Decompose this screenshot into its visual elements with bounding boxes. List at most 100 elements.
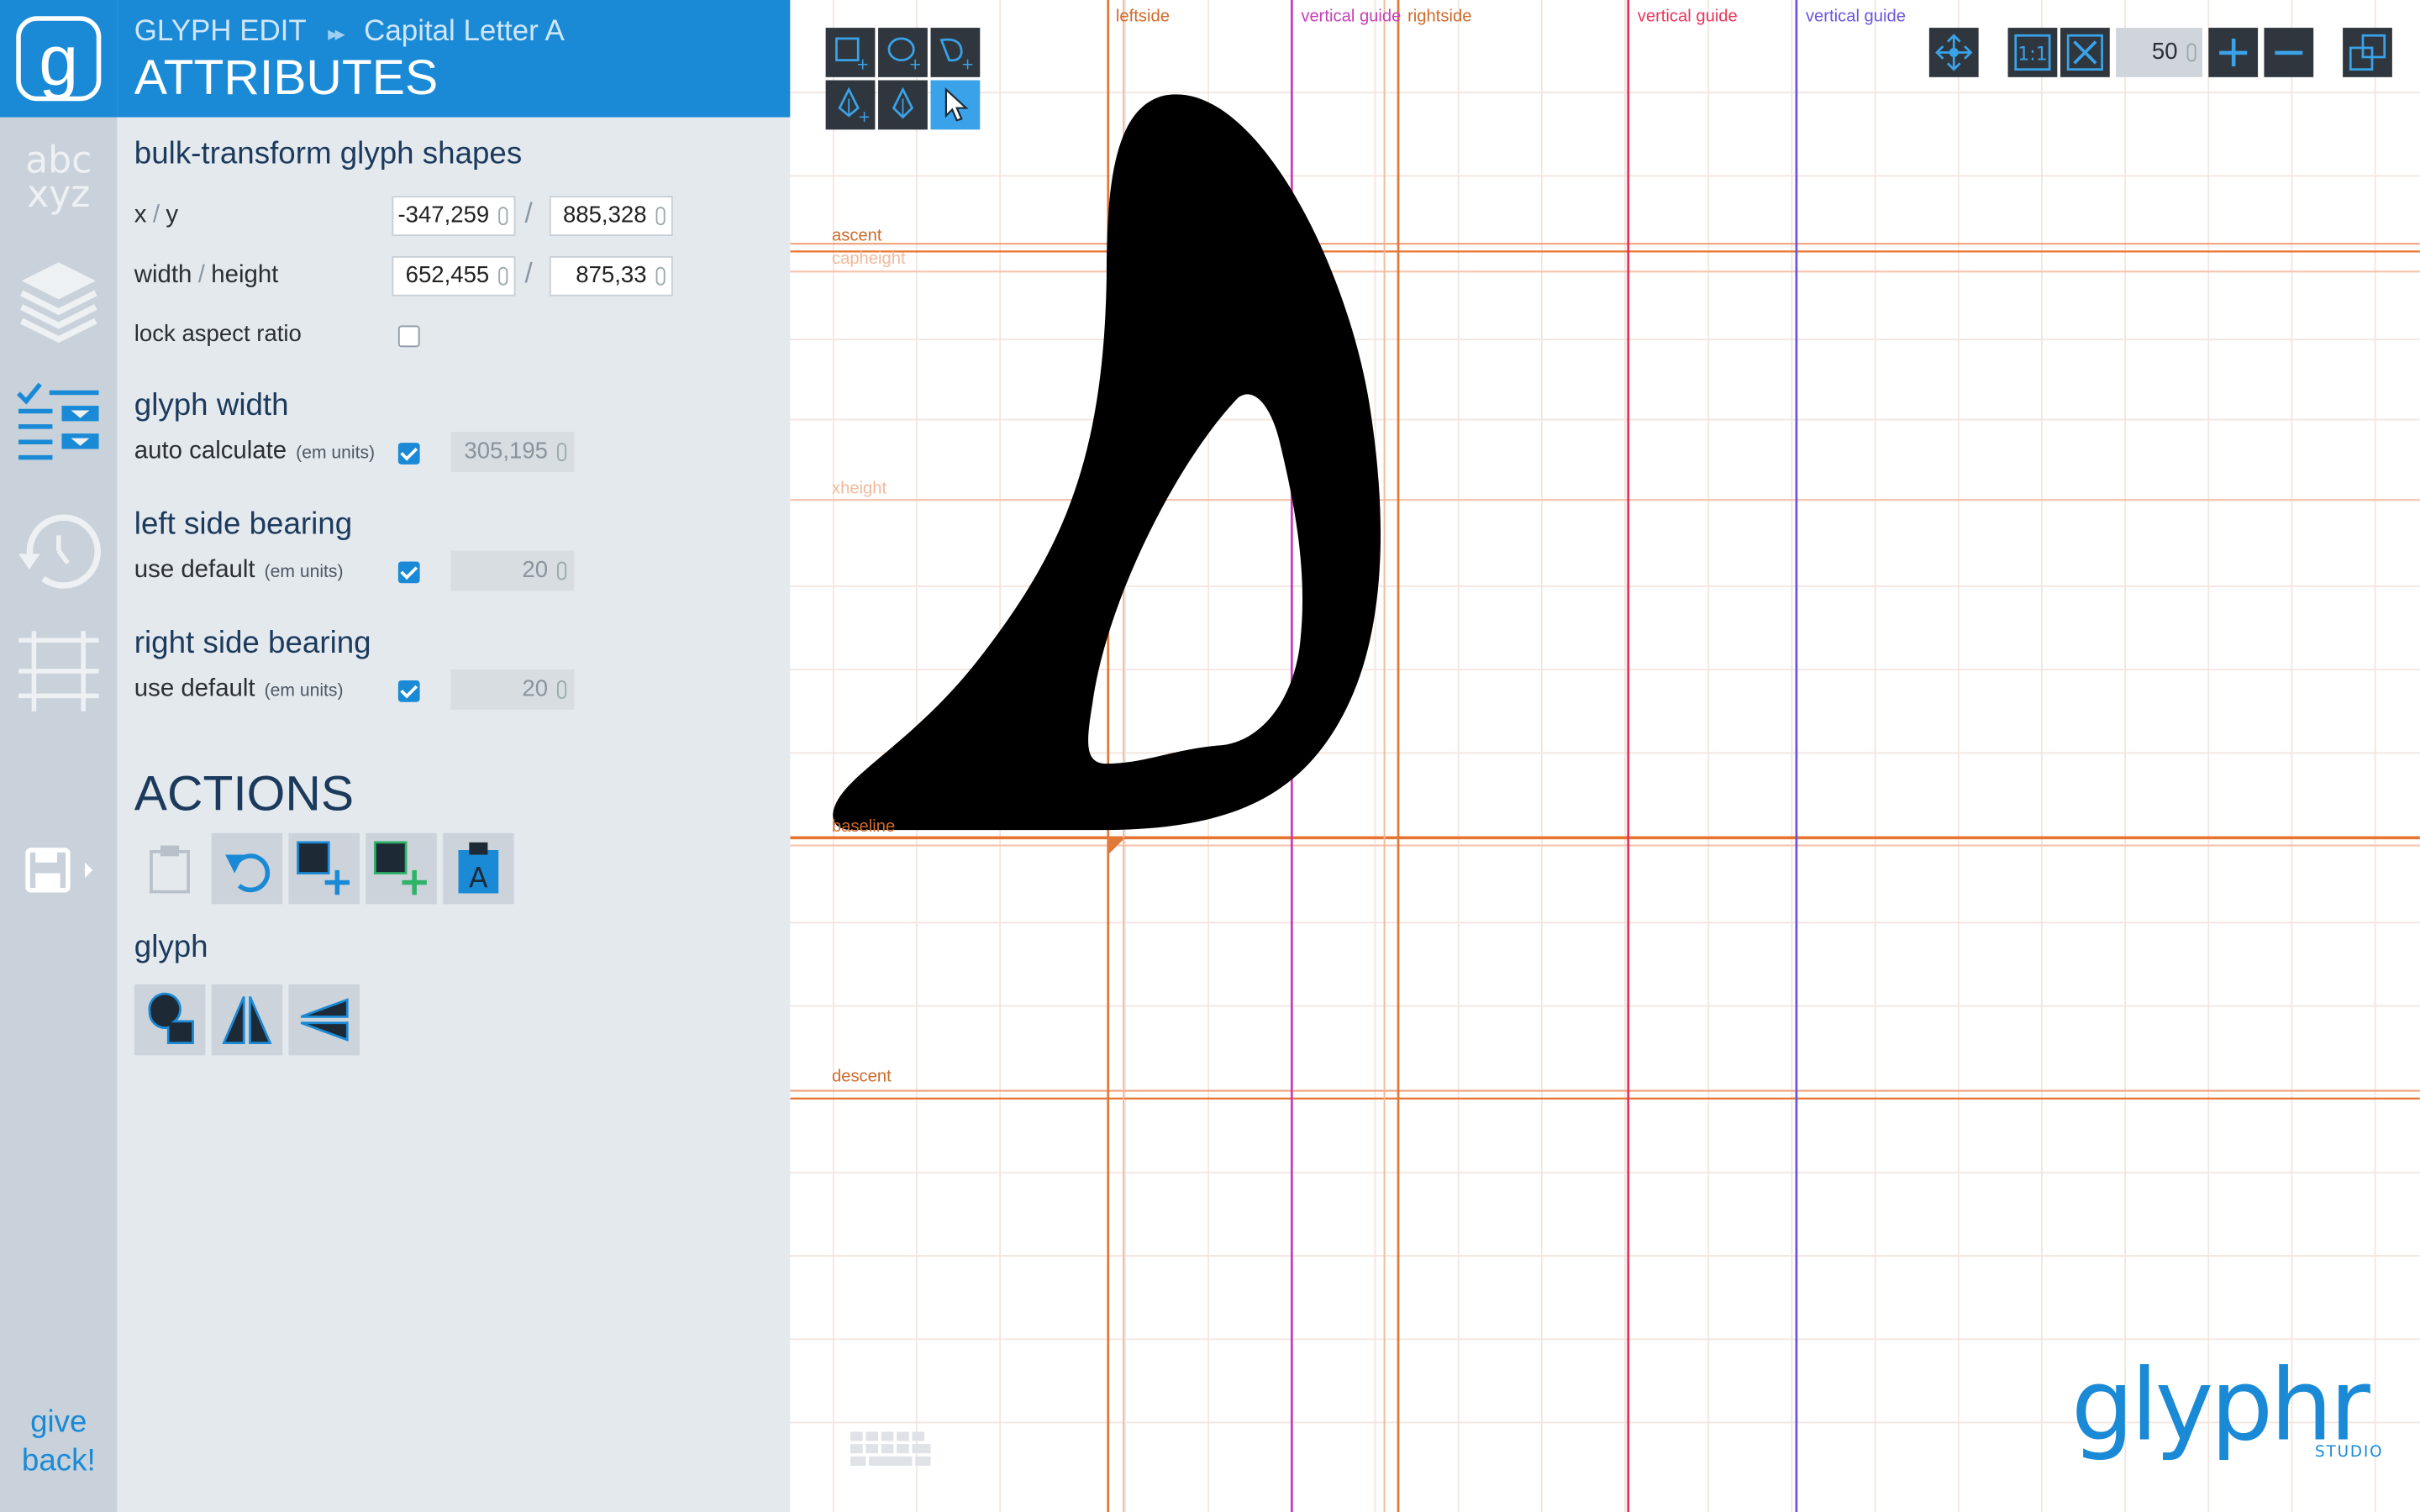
history-icon — [18, 514, 101, 589]
breadcrumb-app[interactable]: GLYPH EDIT — [134, 15, 306, 48]
spinner-icon[interactable] — [655, 266, 666, 286]
plus-icon — [2219, 38, 2248, 66]
slash-separator: / — [152, 202, 160, 228]
add-component-button[interactable] — [366, 832, 437, 905]
zoom-fit-button[interactable] — [2060, 28, 2110, 77]
save-icon — [25, 848, 93, 893]
pan-tool[interactable] — [1928, 28, 1979, 77]
breadcrumb-glyph[interactable]: Capital Letter A — [364, 15, 565, 48]
lock-aspect-label: lock aspect ratio — [134, 321, 302, 348]
glyphr-logo-button[interactable]: g — [0, 0, 118, 118]
right-side-bearing-heading: right side bearing — [134, 626, 371, 661]
one-to-one-icon: 1:1 — [2014, 34, 2051, 71]
nav-guides-button[interactable] — [13, 625, 105, 717]
pen-tool[interactable] — [878, 80, 928, 130]
give-back-link[interactable]: give back! — [0, 1404, 118, 1481]
lsb-input: 20 — [450, 550, 575, 591]
spinner-icon[interactable] — [498, 266, 508, 286]
auto-calculate-checkbox[interactable] — [397, 443, 420, 465]
svg-text:1:1: 1:1 — [2018, 45, 2047, 66]
rsb-use-default-checkbox[interactable] — [397, 680, 420, 702]
nav-attributes-button[interactable] — [13, 378, 105, 470]
bulk-transform-heading: bulk-transform glyph shapes — [134, 137, 523, 171]
nav-history-button[interactable] — [13, 501, 105, 594]
left-side-bearing-heading: left side bearing — [134, 507, 353, 542]
x-input[interactable]: -347,259 — [392, 196, 516, 237]
nav-save-button[interactable] — [13, 824, 105, 916]
zoom-fit-icon — [2066, 34, 2103, 71]
vertical-guide-label-2: vertical guide — [1637, 8, 1738, 27]
spinner-icon — [557, 443, 567, 462]
undo-icon — [225, 853, 271, 893]
height-label: height — [211, 262, 279, 289]
zoom-out-button[interactable] — [2264, 28, 2314, 77]
glyphr-studio-logo: glyphr — [2070, 1350, 2370, 1465]
baseline-label: baseline — [831, 817, 896, 837]
paste-button[interactable] — [134, 833, 205, 904]
wh-slash: / — [524, 257, 533, 289]
new-oval-tool[interactable]: + — [878, 28, 928, 77]
popout-window-icon — [2349, 34, 2386, 71]
flip-vertical-button[interactable] — [288, 984, 360, 1056]
combine-shapes-icon — [148, 992, 194, 1044]
slash-separator: / — [197, 262, 205, 289]
new-rectangle-icon: + — [835, 37, 869, 71]
rsb-use-default-label: use default (em units) — [134, 675, 344, 702]
lsb-use-default-checkbox[interactable] — [397, 561, 420, 584]
pen-plus-icon: + — [838, 87, 869, 123]
spinner-icon[interactable] — [498, 207, 508, 226]
flip-horizontal-button[interactable] — [211, 984, 283, 1056]
svg-text:xyz: xyz — [27, 173, 90, 216]
spinner-icon[interactable] — [2186, 43, 2196, 62]
capheight-label: capheight — [831, 249, 906, 269]
attributes-icon — [17, 382, 99, 460]
new-path-icon: + — [939, 38, 974, 71]
width-label: width — [134, 262, 192, 289]
glyph-actions-heading: glyph — [134, 930, 208, 964]
new-path-tool[interactable]: + — [930, 28, 981, 77]
zoom-one-to-one-button[interactable]: 1:1 — [2007, 28, 2058, 77]
svg-text:+: + — [856, 56, 869, 71]
descent-label: descent — [831, 1067, 892, 1087]
width-input[interactable]: 652,455 — [392, 255, 516, 297]
zoom-in-button[interactable] — [2208, 28, 2259, 77]
pointer-arrow-icon — [944, 87, 969, 122]
glyph-width-input: 305,195 — [450, 432, 575, 473]
svg-text:A: A — [469, 861, 488, 894]
undo-button[interactable] — [211, 832, 283, 905]
new-rectangle-tool[interactable]: + — [825, 28, 876, 77]
nav-layers-button[interactable] — [13, 253, 105, 345]
spinner-icon — [557, 680, 567, 700]
nav-glyphs-button[interactable]: abc xyz — [13, 129, 105, 222]
rsb-input: 20 — [450, 669, 575, 710]
keyboard-icon[interactable] — [847, 1427, 939, 1473]
zoom-level-input[interactable]: 50 — [2116, 28, 2202, 77]
xy-label: x / y — [134, 202, 178, 230]
glyph-edit-canvas[interactable]: leftside vertical guide rightside vertic… — [790, 0, 2420, 1512]
add-shape-icon — [297, 841, 350, 895]
actions-heading: ACTIONS — [134, 765, 355, 822]
pointer-tool[interactable] — [930, 80, 981, 130]
glyph-shape[interactable] — [790, 0, 2420, 1512]
spinner-icon — [557, 561, 567, 580]
y-input[interactable]: 885,328 — [549, 196, 673, 237]
height-input[interactable]: 875,33 — [549, 255, 673, 297]
flip-horizontal-icon — [222, 995, 272, 1044]
svg-text:+: + — [908, 56, 921, 71]
pen-plus-tool[interactable]: + — [825, 80, 876, 130]
add-shape-button[interactable] — [288, 832, 360, 905]
combine-shapes-button[interactable] — [134, 984, 206, 1056]
move-arrows-icon — [1935, 34, 1973, 71]
svg-text:g: g — [39, 21, 78, 100]
glyph-width-heading: glyph width — [134, 388, 289, 423]
minus-icon — [2275, 50, 2303, 55]
popout-button[interactable] — [2343, 28, 2392, 77]
spinner-icon[interactable] — [655, 207, 666, 226]
vertical-guide-label-3: vertical guide — [1805, 8, 1907, 27]
clipboard-icon — [150, 845, 190, 894]
breadcrumb-separator-icon: ▸▸ — [328, 21, 345, 45]
svg-text:+: + — [858, 108, 869, 123]
give-back-line-2: back! — [21, 1444, 96, 1478]
lock-aspect-checkbox[interactable] — [397, 325, 420, 348]
paste-from-glyph-button[interactable]: A — [443, 832, 514, 905]
